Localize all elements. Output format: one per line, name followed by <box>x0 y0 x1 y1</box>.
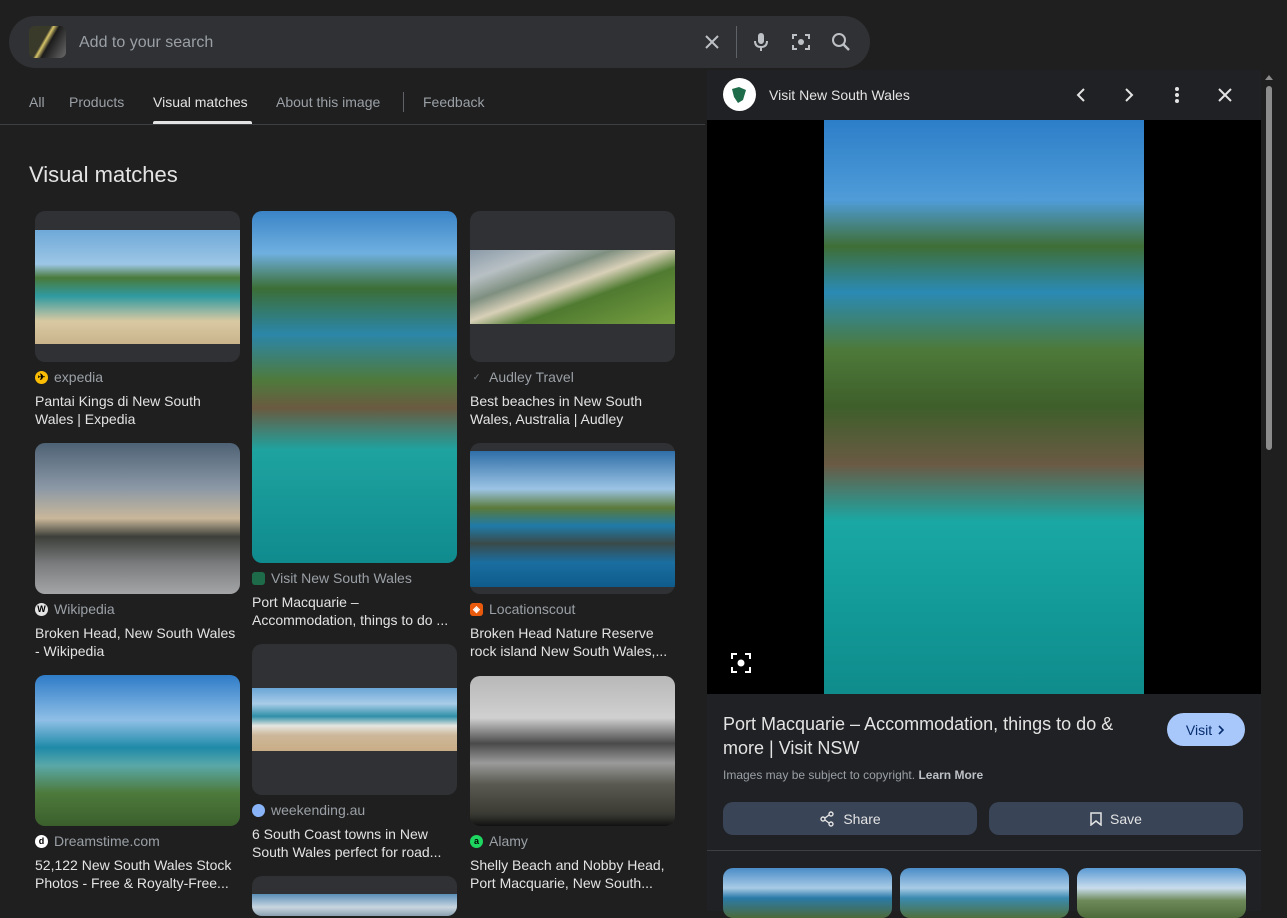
result-title[interactable]: Port Macquarie – Accommodation, things t… <box>252 593 457 629</box>
save-label: Save <box>1110 810 1142 827</box>
result-source: ◈ Locationscout <box>470 601 575 617</box>
result-title[interactable]: Best beaches in New South Wales, Austral… <box>470 392 675 428</box>
learn-more-link[interactable]: Learn More <box>918 768 983 782</box>
bookmark-icon <box>1090 811 1102 826</box>
tab-all[interactable]: All <box>29 94 45 110</box>
result-source: weekending.au <box>252 802 365 818</box>
result-source: a Alamy <box>470 833 528 849</box>
tab-visual-matches[interactable]: Visual matches <box>153 94 248 110</box>
result-image[interactable] <box>252 876 457 916</box>
chevron-right-icon <box>1218 724 1225 735</box>
search-icon[interactable] <box>829 30 853 54</box>
preview-image[interactable] <box>824 120 1144 694</box>
share-label: Share <box>843 810 881 827</box>
tab-divider <box>403 92 404 112</box>
result-source: ✈ expedia <box>35 369 103 385</box>
scroll-up-icon[interactable] <box>1263 72 1275 82</box>
nsw-logo-icon <box>252 571 265 585</box>
weekending-logo-icon <box>252 803 265 817</box>
tab-products[interactable]: Products <box>69 94 124 110</box>
next-icon[interactable] <box>1117 83 1141 107</box>
result-title[interactable]: Broken Head Nature Reserve rock island N… <box>470 624 675 660</box>
lens-camera-icon[interactable] <box>789 30 813 54</box>
panel-header: Visit New South Wales <box>707 70 1261 120</box>
result-image[interactable] <box>252 644 457 795</box>
preview-image-area <box>707 120 1261 694</box>
tab-about-this-image[interactable]: About this image <box>276 94 380 110</box>
result-title[interactable]: Pantai Kings di New South Wales | Expedi… <box>35 392 240 428</box>
result-image[interactable] <box>35 675 240 826</box>
search-divider <box>736 26 737 58</box>
result-tabs: All Products Visual matches About this i… <box>0 88 705 125</box>
query-image-thumbnail[interactable] <box>29 26 66 58</box>
result-source: W Wikipedia <box>35 601 115 617</box>
previous-icon[interactable] <box>1069 83 1093 107</box>
site-logo-icon[interactable] <box>723 78 756 111</box>
result-title[interactable]: Broken Head, New South Wales - Wikipedia <box>35 624 240 660</box>
result-title[interactable]: 52,122 New South Wales Stock Photos - Fr… <box>35 856 240 892</box>
active-tab-indicator <box>153 121 252 124</box>
panel-scrollbar[interactable] <box>1263 70 1275 911</box>
more-options-icon[interactable] <box>1165 83 1189 107</box>
result-source: ✓ Audley Travel <box>470 369 574 385</box>
close-icon[interactable] <box>1213 83 1237 107</box>
microphone-icon[interactable] <box>749 30 773 54</box>
alamy-logo-icon: a <box>470 834 483 848</box>
scrollbar-thumb[interactable] <box>1266 86 1272 450</box>
result-title[interactable]: 6 South Coast towns in New South Wales p… <box>252 825 457 861</box>
search-input[interactable] <box>77 30 681 56</box>
copyright-text: Images may be subject to copyright. <box>723 768 916 782</box>
result-image[interactable] <box>35 211 240 362</box>
image-preview-panel: Visit New South Wales Port Macquarie – A… <box>707 70 1261 918</box>
save-button[interactable]: Save <box>989 802 1243 835</box>
expedia-logo-icon: ✈ <box>35 370 48 384</box>
search-bar[interactable] <box>9 16 870 68</box>
section-heading: Visual matches <box>29 162 178 187</box>
panel-divider <box>707 850 1261 851</box>
share-icon <box>820 810 835 827</box>
lens-search-icon[interactable] <box>729 651 753 675</box>
dreamstime-logo-icon: d <box>35 834 48 848</box>
result-image[interactable] <box>470 676 675 826</box>
result-image[interactable] <box>470 443 675 594</box>
locationscout-logo-icon: ◈ <box>470 602 483 616</box>
visit-button[interactable]: Visit <box>1167 713 1245 746</box>
result-image[interactable] <box>470 211 675 362</box>
result-source: Visit New South Wales <box>252 570 412 586</box>
result-title[interactable]: Shelly Beach and Nobby Head, Port Macqua… <box>470 856 675 892</box>
share-button[interactable]: Share <box>723 802 977 835</box>
wikipedia-logo-icon: W <box>35 602 48 616</box>
result-image[interactable] <box>252 211 457 563</box>
tab-feedback[interactable]: Feedback <box>423 94 484 110</box>
audley-logo-icon: ✓ <box>472 371 481 382</box>
panel-site-name[interactable]: Visit New South Wales <box>769 87 910 103</box>
copyright-notice: Images may be subject to copyright. Lear… <box>723 768 983 782</box>
clear-icon[interactable] <box>700 30 724 54</box>
visit-label: Visit <box>1185 721 1213 738</box>
preview-title[interactable]: Port Macquarie – Accommodation, things t… <box>723 712 1143 760</box>
result-image[interactable] <box>35 443 240 594</box>
result-source: d Dreamstime.com <box>35 833 160 849</box>
